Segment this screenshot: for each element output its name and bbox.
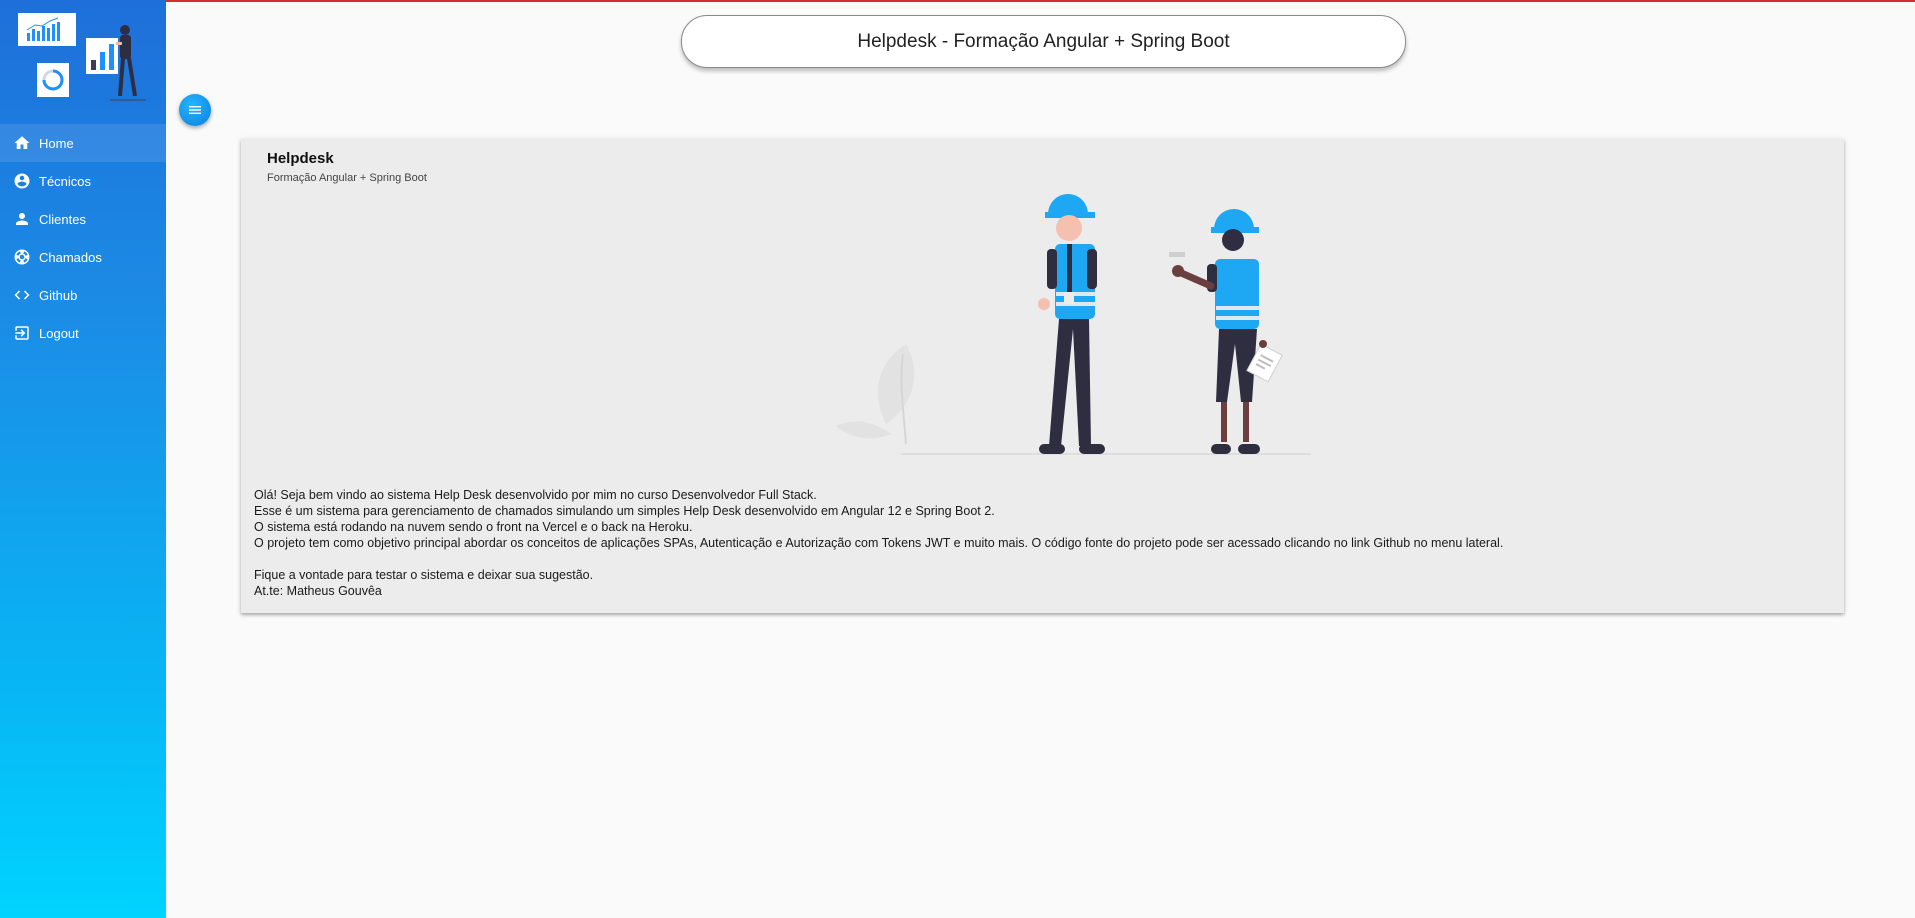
sidebar-item-chamados[interactable]: Chamados bbox=[0, 238, 166, 276]
menu-toggle-button[interactable] bbox=[179, 94, 211, 126]
welcome-line: Olá! Seja bem vindo ao sistema Help Desk… bbox=[254, 488, 817, 502]
lifebuoy-icon bbox=[13, 248, 31, 266]
welcome-line: O projeto tem como objetivo principal ab… bbox=[254, 536, 1504, 550]
signature-line: At.te: Matheus Gouvêa bbox=[254, 584, 382, 598]
sidebar-item-label: Clientes bbox=[39, 211, 86, 227]
sidebar-item-home[interactable]: Home bbox=[0, 124, 166, 162]
menu-icon bbox=[188, 103, 202, 117]
top-accent-line bbox=[0, 0, 1915, 2]
welcome-card: Helpdesk Formação Angular + Spring Boot bbox=[241, 139, 1844, 613]
sidebar: Home Técnicos Clientes Chamados Github L… bbox=[0, 0, 166, 918]
sidebar-item-label: Chamados bbox=[39, 249, 102, 265]
card-subtitle: Formação Angular + Spring Boot bbox=[267, 172, 427, 184]
sidebar-item-logout[interactable]: Logout bbox=[0, 314, 166, 352]
sidebar-logo-illustration bbox=[0, 0, 166, 124]
sidebar-item-label: Github bbox=[39, 287, 78, 303]
welcome-line: Esse é um sistema para gerenciamento de … bbox=[254, 504, 995, 518]
closing-line: Fique a vontade para testar o sistema e … bbox=[254, 568, 594, 582]
account-circle-icon bbox=[13, 172, 31, 190]
code-icon bbox=[13, 286, 31, 304]
app-title: Helpdesk - Formação Angular + Spring Boo… bbox=[857, 30, 1230, 52]
logout-icon bbox=[13, 324, 31, 342]
home-icon bbox=[13, 134, 31, 152]
sidebar-nav: Home Técnicos Clientes Chamados Github L… bbox=[0, 124, 166, 352]
card-title: Helpdesk bbox=[267, 150, 334, 167]
person-icon bbox=[13, 210, 31, 228]
sidebar-item-label: Logout bbox=[39, 325, 79, 341]
sidebar-item-label: Técnicos bbox=[39, 173, 92, 189]
workers-illustration bbox=[811, 194, 1341, 459]
app-title-banner: Helpdesk - Formação Angular + Spring Boo… bbox=[681, 15, 1406, 68]
welcome-message: Olá! Seja bem vindo ao sistema Help Desk… bbox=[254, 487, 1814, 599]
sidebar-item-clientes[interactable]: Clientes bbox=[0, 200, 166, 238]
sidebar-item-tecnicos[interactable]: Técnicos bbox=[0, 162, 166, 200]
sidebar-item-label: Home bbox=[39, 135, 74, 151]
sidebar-item-github[interactable]: Github bbox=[0, 276, 166, 314]
welcome-line: O sistema está rodando na nuvem sendo o … bbox=[254, 520, 693, 534]
